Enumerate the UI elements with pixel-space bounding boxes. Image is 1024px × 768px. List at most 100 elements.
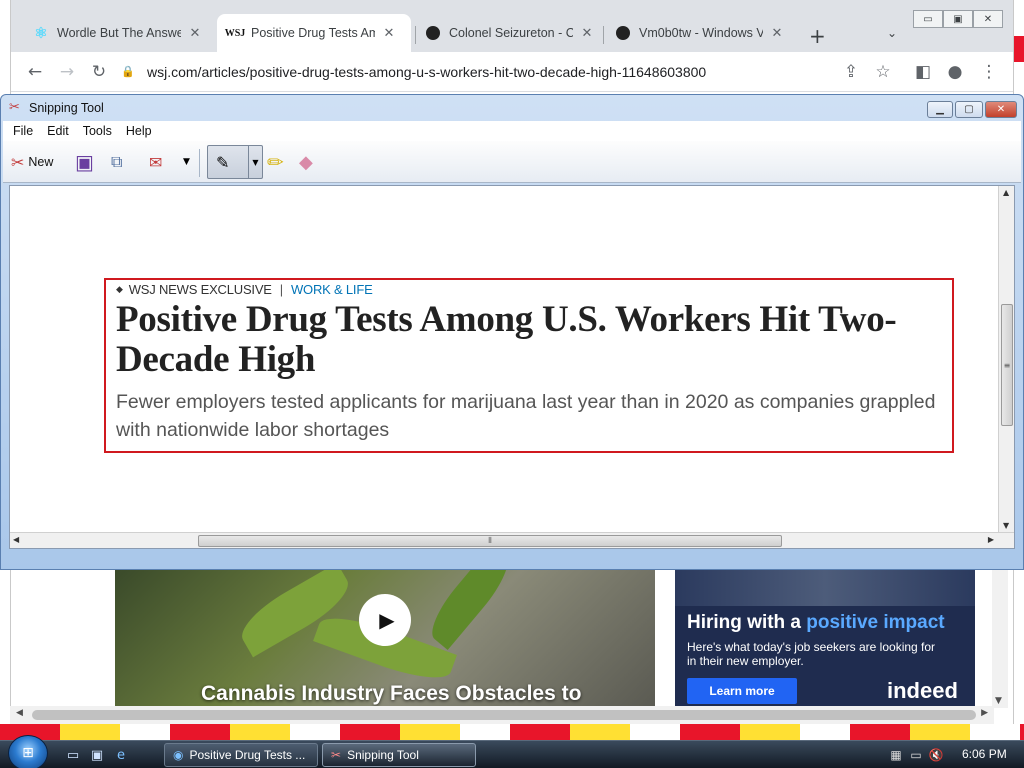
window-title: Snipping Tool — [29, 101, 104, 115]
windows-logo-icon: ⊞ — [22, 745, 34, 761]
page-bottom-banner — [0, 724, 1024, 740]
learn-more-button[interactable]: Learn more — [687, 678, 797, 704]
kicker-exclusive: WSJ NEWS EXCLUSIVE — [128, 282, 272, 297]
diamond-icon: ◆ — [116, 284, 123, 294]
minimize-button[interactable]: ▭ — [913, 10, 943, 28]
article-dek: Fewer employers tested applicants for ma… — [116, 391, 936, 441]
play-icon: ▶ — [379, 608, 395, 632]
close-icon[interactable]: ✕ — [187, 25, 203, 41]
react-icon: ⚛ — [34, 25, 48, 42]
new-snip-button[interactable]: ✂ New — [11, 149, 53, 175]
tab-strip: ⚛ Wordle But The Answer ✕ WSJ Positive D… — [11, 0, 1013, 52]
save-icon[interactable]: ▣ — [75, 149, 94, 175]
url-text: wsj.com/articles/positive-drug-tests-amo… — [147, 64, 707, 80]
taskbar: ⊞ ▭ ▣ e ◉ Positive Drug Tests ... ✂ Snip… — [0, 735, 1024, 768]
scroll-left-arrow-icon[interactable]: ◀ — [16, 708, 23, 718]
start-button[interactable]: ⊞ — [8, 735, 48, 768]
back-arrow-icon[interactable]: ← — [23, 60, 47, 84]
forward-arrow-icon[interactable]: → — [55, 60, 79, 84]
profile-avatar-icon[interactable]: ● — [943, 60, 967, 84]
ad-subtitle: Here's what today's job seekers are look… — [687, 640, 936, 668]
ad-photo — [675, 570, 975, 606]
internet-explorer-icon[interactable]: e — [112, 746, 130, 764]
task-label: Snipping Tool — [347, 748, 419, 762]
kebab-menu-icon[interactable]: ⋮ — [977, 60, 1001, 84]
scroll-right-arrow-icon[interactable]: ▶ — [981, 708, 988, 718]
tab-wsj-article[interactable]: WSJ Positive Drug Tests Among ✕ — [217, 14, 411, 52]
side-panel-icon[interactable]: ◧ — [911, 60, 935, 84]
copy-icon[interactable]: ⧉ — [111, 149, 122, 175]
cannabis-leaf-shape — [421, 570, 519, 651]
menu-edit[interactable]: Edit — [47, 124, 69, 138]
close-icon[interactable]: ✕ — [579, 25, 595, 41]
play-button[interactable]: ▶ — [359, 594, 411, 646]
close-icon[interactable]: ✕ — [381, 25, 397, 41]
reload-icon[interactable]: ↻ — [87, 60, 111, 84]
tab-title: Positive Drug Tests Among — [251, 26, 375, 40]
share-icon[interactable]: ⇪ — [839, 60, 863, 84]
send-dropdown-arrow-icon[interactable]: ▼ — [183, 149, 190, 175]
snipping-tool-titlebar[interactable]: ✂ Snipping Tool — [1, 95, 1023, 121]
scroll-down-arrow-icon[interactable]: ▼ — [995, 696, 1002, 706]
scroll-left-arrow-icon[interactable]: ◀ — [13, 535, 19, 544]
switch-windows-icon[interactable]: ▣ — [88, 746, 106, 764]
close-button[interactable]: ✕ — [985, 101, 1017, 118]
task-label: Positive Drug Tests ... — [189, 748, 306, 762]
address-bar[interactable]: 🔒 wsj.com/articles/positive-drug-tests-a… — [121, 58, 887, 86]
restore-button[interactable]: ▣ — [943, 10, 973, 28]
volume-muted-icon[interactable]: 🔇 — [926, 748, 946, 762]
video-thumbnail[interactable]: ▶ Cannabis Industry Faces Obstacles to — [115, 570, 655, 708]
taskbar-snipping-tool[interactable]: ✂ Snipping Tool — [322, 743, 476, 767]
page-vertical-scrollbar[interactable]: ▼ — [992, 568, 1008, 708]
scrollbar-thumb[interactable]: ⦀ — [198, 535, 782, 547]
minimize-button[interactable]: ▁ — [927, 101, 953, 118]
taskbar-chrome[interactable]: ◉ Positive Drug Tests ... — [164, 743, 318, 767]
github-icon — [425, 25, 441, 41]
clock[interactable]: 6:06 PM — [962, 747, 1007, 761]
send-snip-icon[interactable]: ✉ — [149, 149, 162, 175]
kicker-separator: | — [279, 282, 283, 297]
scissors-icon: ✂ — [9, 100, 20, 115]
ad-title: Hiring with a positive impact — [687, 612, 945, 633]
scrollbar-thumb[interactable]: ≡ — [1001, 304, 1013, 426]
show-desktop-icon[interactable]: ▭ — [64, 746, 82, 764]
menu-help[interactable]: Help — [126, 124, 152, 138]
tab-colonel-seizureton[interactable]: Colonel Seizureton - Co ✕ — [415, 14, 605, 52]
video-caption: Cannabis Industry Faces Obstacles to — [201, 682, 582, 705]
close-button[interactable]: ✕ — [973, 10, 1003, 28]
scissors-icon: ✂ — [331, 748, 342, 762]
indeed-ad[interactable]: Hiring with a positive impact Here's wha… — [675, 570, 975, 708]
tab-search-chevron-icon[interactable]: ⌄ — [887, 26, 897, 40]
snip-horizontal-scrollbar[interactable]: ◀ ⦀ ▶ — [10, 532, 1014, 548]
scroll-down-arrow-icon[interactable]: ▼ — [1003, 521, 1009, 530]
network-icon[interactable]: ▦ — [886, 748, 906, 762]
new-tab-button[interactable]: + — [809, 24, 826, 48]
browser-toolbar: ← → ↻ 🔒 wsj.com/articles/positive-drug-t… — [11, 52, 1013, 92]
scrollbar-thumb[interactable] — [32, 710, 976, 720]
tab-vm0b0tw[interactable]: Vm0b0tw - Windows Vi ✕ — [605, 14, 795, 52]
pen-tool-button[interactable]: ✎ ▼ — [207, 145, 263, 179]
display-icon[interactable]: ▭ — [906, 748, 926, 762]
toolbar-separator — [199, 149, 200, 177]
menu-tools[interactable]: Tools — [83, 124, 112, 138]
tab-title: Wordle But The Answer — [57, 26, 181, 40]
tab-separator — [603, 26, 604, 44]
scroll-right-arrow-icon[interactable]: ▶ — [988, 535, 994, 544]
eraser-icon[interactable]: ◆ — [299, 149, 313, 175]
scissors-icon: ✂ — [11, 152, 25, 172]
snip-vertical-scrollbar[interactable]: ▲ ≡ ▼ — [998, 186, 1014, 532]
highlighter-icon[interactable]: ✏ — [267, 149, 284, 175]
snipping-toolbar: ✂ New ▣ ⧉ ✉ ▼ ✎ ▼ ✏ ◆ — [3, 141, 1021, 183]
tab-wordle[interactable]: ⚛ Wordle But The Answer ✕ — [23, 14, 213, 52]
pen-dropdown-arrow-icon[interactable]: ▼ — [248, 146, 262, 178]
bookmark-star-icon[interactable]: ☆ — [871, 60, 895, 84]
captured-snip: ◆ WSJ NEWS EXCLUSIVE | WORK & LIFE Posit… — [104, 278, 954, 453]
page-horizontal-scrollbar[interactable]: ◀ ▶ — [10, 706, 994, 724]
kicker-section: WORK & LIFE — [290, 282, 373, 297]
close-icon[interactable]: ✕ — [769, 25, 785, 41]
maximize-button[interactable]: ▢ — [955, 101, 983, 118]
scroll-up-arrow-icon[interactable]: ▲ — [1003, 188, 1009, 197]
tab-title: Vm0b0tw - Windows Vi — [639, 26, 763, 40]
menu-file[interactable]: File — [13, 124, 33, 138]
web-page-content: ▶ Cannabis Industry Faces Obstacles to H… — [11, 568, 1013, 708]
